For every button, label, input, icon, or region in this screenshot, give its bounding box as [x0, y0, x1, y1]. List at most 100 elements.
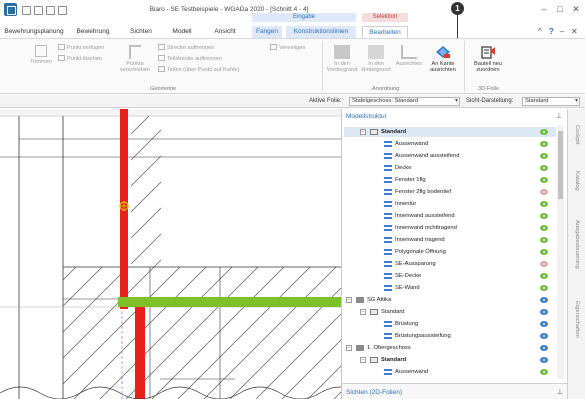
pin-icon[interactable]: ⊥ — [557, 388, 563, 396]
teilen-button[interactable]: Teilen (über Punkt auf Kante) — [158, 66, 239, 73]
in-den-hintergrund-button[interactable]: In den Hintergrund — [360, 45, 392, 73]
bauteil-neu-zuordnen-button[interactable]: Bauteil neu zuordnen — [468, 45, 508, 73]
side-tab-cockpit[interactable]: Cockpit — [568, 117, 585, 153]
tree-row[interactable]: Brüstung — [344, 319, 556, 329]
an-kante-ausrichten-button[interactable]: An Kante ausrichten — [426, 45, 460, 73]
visible-eye-icon[interactable] — [540, 177, 548, 183]
close-button[interactable]: ✕ — [569, 3, 583, 15]
vereinigen-button[interactable]: Vereinigen — [270, 44, 305, 51]
teilstrecke-auftrennen-button[interactable]: Teilstrecke auftrennen — [158, 55, 222, 62]
maximize-button[interactable]: □ — [553, 3, 567, 15]
panel-title: Modellstruktur — [346, 113, 387, 120]
tree-row[interactable]: − Standard — [344, 127, 556, 137]
restore-child-icon[interactable]: – — [560, 27, 564, 36]
tab-bewehrung[interactable]: Bewehrung — [72, 26, 114, 38]
visible-eye-icon[interactable] — [540, 357, 548, 363]
ausrichten-button[interactable]: Ausrichten — [394, 45, 424, 67]
views-section-header[interactable]: Sichten (2D-Folien) ⊥ — [342, 383, 568, 399]
lower-wall[interactable] — [135, 302, 145, 399]
tree-row[interactable]: − Standard — [344, 355, 556, 365]
tree-row-label: Standard — [381, 129, 407, 135]
tab-bearbeiten[interactable]: Bearbeiten — [362, 26, 408, 38]
tree-row[interactable]: Innenwand aussteifend — [344, 211, 556, 221]
tree-row[interactable]: − Standard — [344, 307, 556, 317]
view-display-label: Sicht-Darstellung: — [466, 98, 514, 104]
drawing-canvas[interactable] — [0, 109, 341, 399]
punkt-loeschen-button[interactable]: Punkt löschen — [58, 55, 102, 62]
close-child-icon[interactable]: ✕ — [571, 27, 578, 36]
tree-scrollbar[interactable] — [557, 125, 564, 379]
tree-row[interactable]: SE-Decke — [344, 271, 556, 281]
punkt-einfuegen-button[interactable]: Punkt einfügen — [58, 44, 104, 51]
visible-eye-icon[interactable] — [540, 141, 548, 147]
collapse-toggle-icon[interactable]: − — [346, 297, 352, 303]
minimize-button[interactable]: – — [537, 3, 551, 15]
tree-row[interactable]: Polygonale Öffnung — [344, 247, 556, 257]
visible-eye-icon[interactable] — [540, 213, 548, 219]
active-foil-select[interactable]: Stafelgeschoss: Standard — [349, 97, 460, 106]
tree-row[interactable]: Fenster 2flg bodentief — [344, 187, 556, 197]
visible-eye-icon[interactable] — [540, 165, 548, 171]
tree-row[interactable]: Innenwand nichttragend — [344, 223, 556, 233]
tree-row[interactable]: SE-Wand — [344, 283, 556, 293]
tree-row-label: Aussenwand — [395, 369, 429, 375]
side-tab-katalog[interactable]: Katalog — [568, 163, 585, 199]
ribbon-panel: Trimmen Punkt einfügen Punkt löschen Pun… — [0, 38, 585, 94]
collapse-toggle-icon[interactable]: − — [360, 309, 366, 315]
visible-eye-icon[interactable] — [540, 321, 548, 327]
strecke-auftrennen-button[interactable]: Strecke auftrennen — [158, 44, 214, 51]
visible-eye-icon[interactable] — [540, 129, 548, 135]
help-icon[interactable]: ? — [549, 27, 554, 36]
visible-eye-icon[interactable] — [540, 345, 548, 351]
tree-row[interactable]: SE-Aussparung — [344, 259, 556, 269]
tab-ansicht[interactable]: Ansicht — [208, 26, 242, 38]
split-segment-icon — [158, 44, 165, 50]
visible-eye-icon[interactable] — [540, 369, 548, 375]
visible-eye-icon[interactable] — [540, 273, 548, 279]
collapse-toggle-icon[interactable]: − — [346, 345, 352, 351]
tree-row[interactable]: Aussenwand aussteifend — [344, 151, 556, 161]
trim-icon — [35, 45, 47, 57]
tab-konstruktionslinien[interactable]: Konstruktionslinien — [286, 26, 356, 38]
tree-row[interactable]: − SG Attika — [344, 295, 556, 305]
hidden-eye-icon[interactable] — [540, 261, 548, 267]
view-display-select[interactable]: Standard — [522, 97, 580, 106]
tab-fangen[interactable]: Fangen — [252, 26, 282, 38]
model-tree[interactable]: − Standard Aussenwand Aussenwand aussteifen… — [344, 127, 556, 381]
punkte-verschieben-button[interactable]: Punkte verschieben — [116, 45, 154, 73]
tree-row[interactable]: Aussenwand — [344, 367, 556, 377]
tree-row[interactable]: Brüstungsaussteifung — [344, 331, 556, 341]
visible-eye-icon[interactable] — [540, 237, 548, 243]
selected-slab[interactable] — [118, 297, 341, 307]
tab-modell[interactable]: Modell — [166, 26, 198, 38]
collapse-toggle-icon[interactable]: − — [360, 357, 366, 363]
collapse-ribbon-icon[interactable]: ^ — [538, 27, 542, 36]
visible-eye-icon[interactable] — [540, 153, 548, 159]
visible-eye-icon[interactable] — [540, 201, 548, 207]
visible-eye-icon[interactable] — [540, 309, 548, 315]
tab-sichten[interactable]: Sichten — [126, 26, 156, 38]
visible-eye-icon[interactable] — [540, 297, 548, 303]
group-label-geometrie: Geometrie — [150, 86, 177, 92]
component-list-icon — [384, 189, 392, 195]
tab-bewehrungsplanung[interactable]: Bewehrungsplanung — [0, 26, 68, 38]
tree-row[interactable]: Aussenwand — [344, 139, 556, 149]
tree-row[interactable]: Innenwand tragend — [344, 235, 556, 245]
visible-eye-icon[interactable] — [540, 333, 548, 339]
pin-icon[interactable]: ⊥ — [556, 112, 562, 120]
tree-row[interactable]: Decke — [344, 163, 556, 173]
side-panel-tabs: Cockpit Katalog Ausgabesteuerung Eigensc… — [567, 109, 585, 399]
trimmen-button[interactable]: Trimmen — [26, 45, 56, 65]
side-tab-ausgabesteuerung[interactable]: Ausgabesteuerung — [568, 209, 585, 279]
visible-eye-icon[interactable] — [540, 285, 548, 291]
visible-eye-icon[interactable] — [540, 249, 548, 255]
tree-row-label: Innenwand nichttragend — [395, 225, 457, 231]
tree-row[interactable]: − 1. Obergeschoss — [344, 343, 556, 353]
side-tab-eigenschaften[interactable]: Eigenschaften — [568, 289, 585, 349]
visible-eye-icon[interactable] — [540, 225, 548, 231]
hidden-eye-icon[interactable] — [540, 189, 548, 195]
tree-row[interactable]: Fenster 1flg — [344, 175, 556, 185]
collapse-toggle-icon[interactable]: − — [360, 129, 366, 135]
tree-row[interactable]: Innentür — [344, 199, 556, 209]
in-den-vordergrund-button[interactable]: In den Vordergrund — [326, 45, 358, 73]
